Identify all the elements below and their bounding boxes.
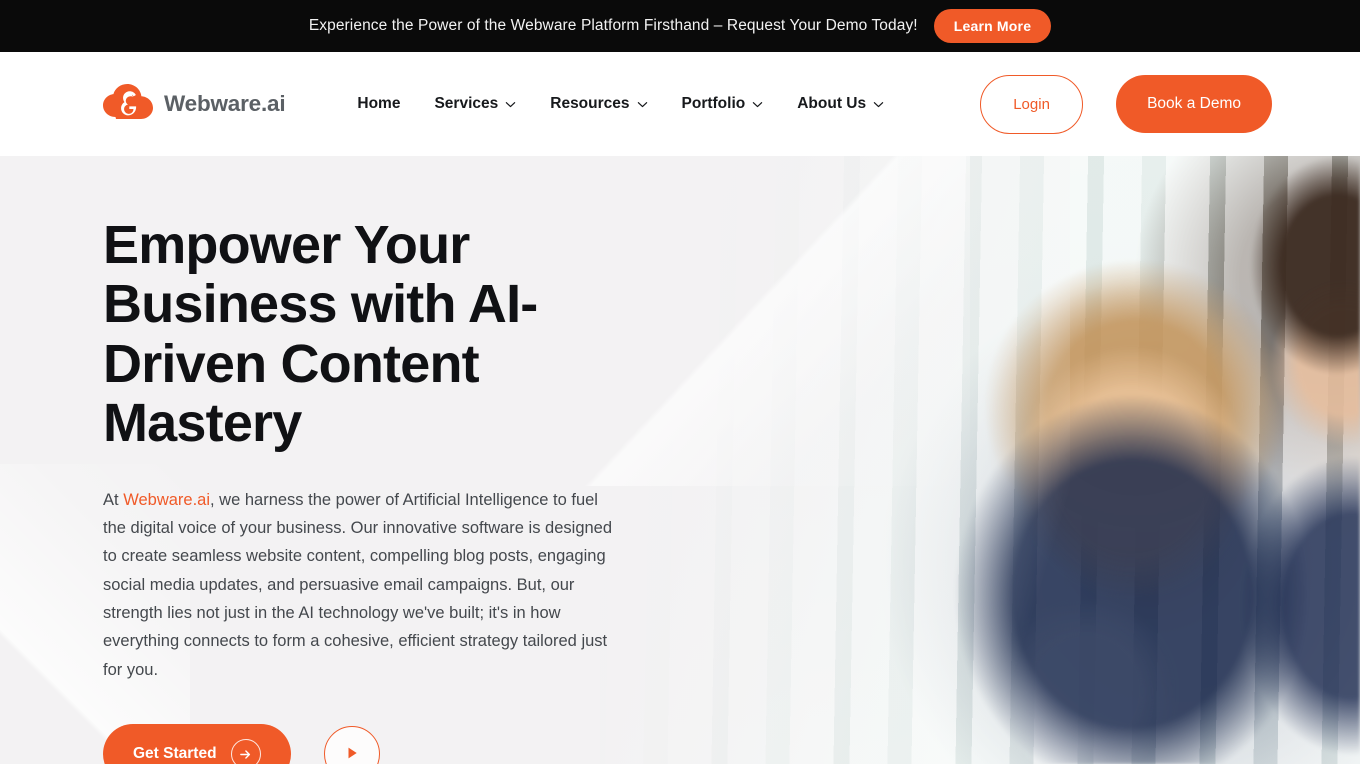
chevron-down-icon <box>637 99 648 110</box>
login-button[interactable]: Login <box>980 74 1084 134</box>
announcement-text: Experience the Power of the Webware Plat… <box>308 17 918 34</box>
chevron-down-icon <box>752 99 763 110</box>
brand-name: Webware.ai <box>164 91 286 116</box>
nav-item-about-us[interactable]: About Us <box>780 95 901 113</box>
hero-content: Empower Your Business with AI-Driven Con… <box>0 156 620 764</box>
get-started-label: Get Started <box>133 745 217 763</box>
hero-paragraph-brand-link[interactable]: Webware.ai <box>123 491 210 509</box>
nav-label: Portfolio <box>681 95 746 112</box>
play-video-button[interactable] <box>323 726 380 764</box>
hero-title: Empower Your Business with AI-Driven Con… <box>103 215 538 454</box>
play-circle-icon <box>343 744 361 764</box>
header-actions: Login Book a Demo <box>980 74 1272 134</box>
chevron-down-icon <box>873 99 884 110</box>
nav-label: About Us <box>797 95 867 112</box>
chevron-down-icon <box>505 99 516 110</box>
book-a-demo-button[interactable]: Book a Demo <box>1116 75 1272 133</box>
nav-label: Home <box>357 95 401 112</box>
nav-label: Services <box>434 95 499 112</box>
cloud-swirl-logo-icon <box>103 83 153 125</box>
hero-paragraph-lead: At <box>103 490 124 509</box>
learn-more-button[interactable]: Learn More <box>933 9 1052 43</box>
hero-section: Empower Your Business with AI-Driven Con… <box>0 156 1360 764</box>
hero-paragraph-rest: , we harness the power of Artificial Int… <box>103 490 613 679</box>
announcement-bar: Experience the Power of the Webware Plat… <box>0 0 1360 52</box>
hero-paragraph: At Webware.ai, we harness the power of A… <box>103 486 620 685</box>
nav-item-resources[interactable]: Resources <box>533 95 664 113</box>
nav-item-services[interactable]: Services <box>417 95 533 113</box>
site-header: Webware.ai Home Services Resources Portf… <box>0 52 1360 156</box>
nav-label: Resources <box>550 95 630 112</box>
arrow-right-icon <box>230 739 261 764</box>
hero-cta-group: Get Started <box>103 724 620 764</box>
brand-logo-link[interactable]: Webware.ai <box>103 83 286 125</box>
get-started-button[interactable]: Get Started <box>103 724 291 764</box>
nav-item-home[interactable]: Home <box>340 95 417 113</box>
nav-item-portfolio[interactable]: Portfolio <box>665 95 781 113</box>
main-navigation: Home Services Resources Portfolio About … <box>340 95 901 113</box>
